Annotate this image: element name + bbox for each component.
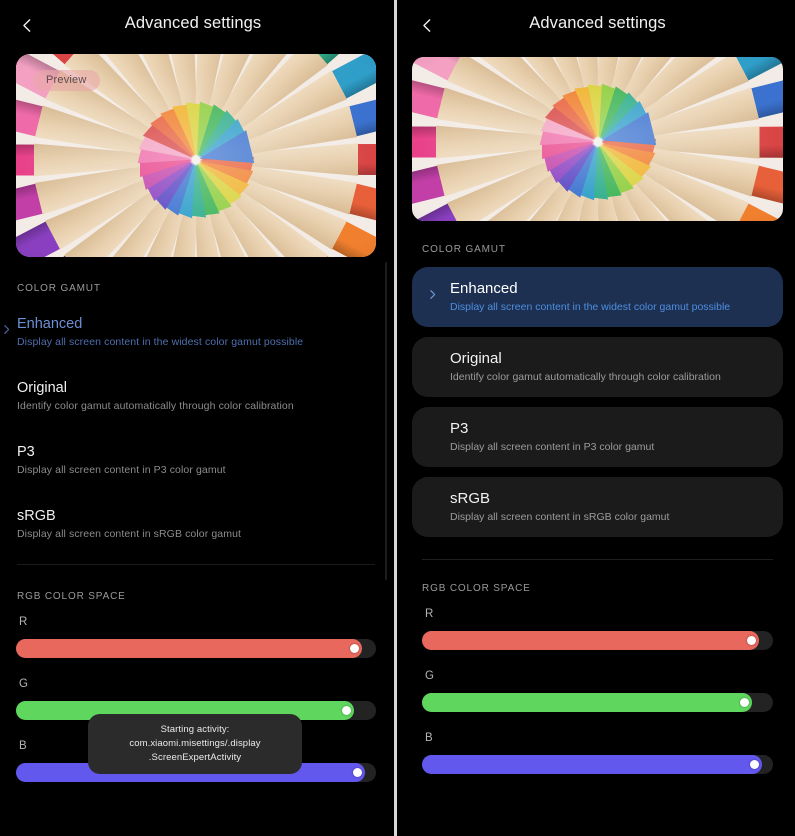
gamut-option-title: Original [17,380,67,396]
slider-r[interactable] [422,631,773,650]
gamut-option-title: P3 [450,420,469,437]
toast-message: Starting activity: com.xiaomi.misettings… [88,714,302,775]
gamut-option-subtitle: Identify color gamut automatically throu… [17,400,294,412]
chevron-right-icon [426,288,439,306]
slider-label-g: G [425,670,434,682]
page-title: Advanced settings [124,14,262,32]
slider-thumb-r[interactable] [746,636,756,645]
preview-image-right [412,57,783,221]
slider-group-r: R [422,608,773,650]
slider-label-r: R [19,616,28,628]
panel-divider [394,0,397,836]
chevron-right-icon [0,323,13,341]
gamut-option-title: Enhanced [17,316,83,332]
slider-thumb-g[interactable] [739,698,749,707]
gamut-option-title: Enhanced [450,280,518,297]
color-gamut-section-label: COLOR GAMUT [17,283,101,294]
section-divider [422,559,773,560]
slider-group-r: R [16,616,376,658]
color-gamut-section-label: COLOR GAMUT [422,244,506,255]
gamut-option-subtitle: Display all screen content in the widest… [17,336,304,348]
right-phone-screen: Advanced settings COLOR GAMUT Enhanced D… [400,0,795,836]
rgb-sliders-right: R G B [400,608,795,774]
slider-group-g: G [422,670,773,712]
slider-fill-g [422,693,752,712]
toast-line-2: .ScreenExpertActivity [148,751,242,763]
gamut-option-p3[interactable]: P3 Display all screen content in P3 colo… [0,436,392,484]
slider-r[interactable] [16,639,376,658]
gamut-option-subtitle: Display all screen content in sRGB color… [450,511,670,523]
toast-line-1: Starting activity: com.xiaomi.misettings… [129,724,261,749]
page-title: Advanced settings [529,14,666,32]
color-gamut-list-right: Enhanced Display all screen content in t… [400,267,795,537]
section-divider [17,564,375,565]
slider-thumb-r[interactable] [349,644,359,653]
slider-label-b: B [425,732,433,744]
pencil-fan-image [412,57,783,221]
preview-badge: Preview [33,70,100,91]
slider-fill-b [422,755,763,774]
app-bar-right: Advanced settings [400,0,795,50]
left-phone-screen: Advanced settings Preview COLOR GAMUT En… [0,0,392,836]
slider-fill-r [16,639,362,658]
gamut-option-srgb[interactable]: sRGB Display all screen content in sRGB … [0,500,392,548]
slider-g[interactable] [422,693,773,712]
gamut-option-subtitle: Identify color gamut automatically throu… [450,371,721,383]
preview-image-left: Preview [16,54,376,257]
app-bar-left: Advanced settings [0,0,392,50]
gamut-option-original[interactable]: Original Identify color gamut automatica… [0,372,392,420]
gamut-option-title: sRGB [450,490,491,507]
gamut-option-subtitle: Display all screen content in sRGB color… [17,528,242,540]
rgb-section-label: RGB COLOR SPACE [422,583,531,594]
gamut-option-subtitle: Display all screen content in the widest… [450,301,731,313]
gamut-option-title: sRGB [17,508,56,524]
scrollbar[interactable] [385,262,387,580]
slider-group-b: B [422,732,773,774]
gamut-option-p3[interactable]: P3 Display all screen content in P3 colo… [412,407,783,467]
gamut-option-title: P3 [17,444,35,460]
color-gamut-list-left: Enhanced Display all screen content in t… [0,308,392,548]
gamut-option-subtitle: Display all screen content in P3 color g… [17,464,226,476]
gamut-option-enhanced[interactable]: Enhanced Display all screen content in t… [412,267,783,327]
gamut-option-srgb[interactable]: sRGB Display all screen content in sRGB … [412,477,783,537]
gamut-option-title: Original [450,350,502,367]
slider-label-g: G [19,678,28,690]
slider-b[interactable] [422,755,773,774]
screenshot-root: Advanced settings Preview COLOR GAMUT En… [0,0,795,836]
gamut-option-original[interactable]: Original Identify color gamut automatica… [412,337,783,397]
gamut-option-subtitle: Display all screen content in P3 color g… [450,441,655,453]
slider-label-r: R [425,608,434,620]
slider-fill-r [422,631,759,650]
rgb-section-label: RGB COLOR SPACE [17,591,126,602]
gamut-option-enhanced[interactable]: Enhanced Display all screen content in t… [0,308,392,356]
